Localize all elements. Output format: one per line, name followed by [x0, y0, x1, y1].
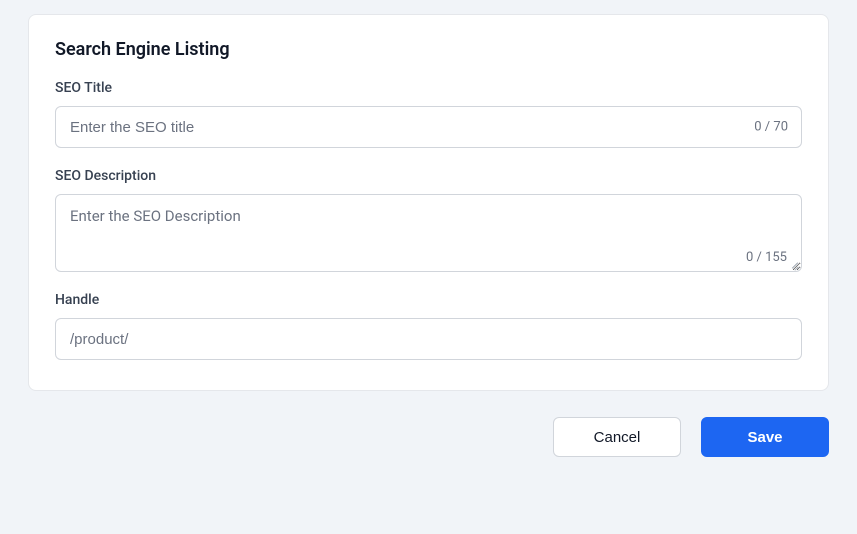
- seo-title-label: SEO Title: [55, 80, 802, 96]
- seo-description-field: SEO Description 0 / 155: [55, 168, 802, 272]
- resize-handle-icon: [789, 259, 799, 269]
- seo-listing-card: Search Engine Listing SEO Title 0 / 70 S…: [28, 14, 829, 391]
- form-actions: Cancel Save: [28, 417, 829, 457]
- handle-input-wrap: [55, 318, 802, 360]
- seo-title-input[interactable]: [55, 106, 802, 148]
- handle-input[interactable]: [55, 318, 802, 360]
- seo-description-counter: 0 / 155: [746, 250, 787, 265]
- seo-description-label: SEO Description: [55, 168, 802, 184]
- card-title: Search Engine Listing: [55, 39, 802, 60]
- seo-title-input-wrap: 0 / 70: [55, 106, 802, 148]
- seo-description-input[interactable]: [56, 195, 801, 247]
- handle-label: Handle: [55, 292, 802, 308]
- seo-title-field: SEO Title 0 / 70: [55, 80, 802, 148]
- cancel-button[interactable]: Cancel: [553, 417, 681, 457]
- handle-field: Handle: [55, 292, 802, 360]
- seo-description-input-wrap: 0 / 155: [55, 194, 802, 272]
- save-button[interactable]: Save: [701, 417, 829, 457]
